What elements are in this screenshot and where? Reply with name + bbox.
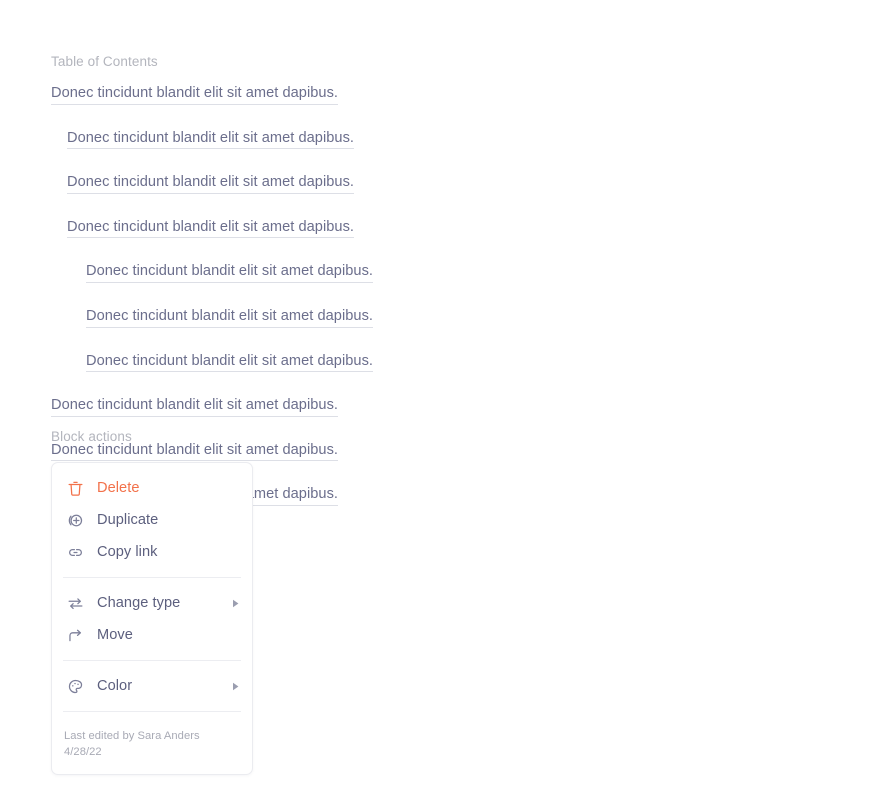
link-icon	[64, 541, 86, 563]
toc-link[interactable]: Donec tincidunt blandit elit sit amet da…	[51, 443, 339, 462]
arrow-turn-right-icon	[64, 624, 86, 646]
menu-item-delete[interactable]: Delete	[52, 472, 252, 504]
menu-divider	[63, 577, 241, 578]
menu-item-label: Delete	[97, 480, 140, 496]
menu-item-label: Move	[97, 627, 133, 643]
swap-arrows-icon	[64, 592, 86, 614]
block-actions-label: Block actions	[51, 429, 132, 444]
menu-item-label: Copy link	[97, 544, 158, 560]
toc-link[interactable]: Donec tincidunt blandit elit sit amet da…	[67, 175, 355, 194]
table-of-contents-label: Table of Contents	[51, 54, 158, 69]
toc-link[interactable]: Donec tincidunt blandit elit sit amet da…	[67, 220, 355, 239]
menu-divider	[63, 660, 241, 661]
menu-item-move[interactable]: Move	[52, 619, 252, 651]
menu-footer: Last edited by Sara Anders 4/28/22	[52, 721, 252, 774]
menu-divider	[63, 711, 241, 712]
last-edited-date-text: 4/28/22	[64, 745, 102, 758]
menu-item-duplicate[interactable]: Duplicate	[52, 504, 252, 536]
toc-link[interactable]: Donec tincidunt blandit elit sit amet da…	[67, 130, 355, 150]
menu-item-color[interactable]: Color	[52, 670, 252, 702]
toc-link[interactable]: Donec tincidunt blandit elit sit amet da…	[86, 353, 374, 373]
toc-link[interactable]: Donec tincidunt blandit elit sit amet da…	[51, 86, 339, 105]
trash-icon	[64, 477, 86, 499]
menu-item-copy-link[interactable]: Copy link	[52, 536, 252, 568]
menu-item-label: Color	[97, 678, 133, 694]
toc-link[interactable]: Donec tincidunt blandit elit sit amet da…	[86, 309, 374, 328]
menu-item-label: Change type	[97, 595, 181, 611]
duplicate-icon	[64, 509, 86, 531]
menu-item-label: Duplicate	[97, 512, 159, 528]
block-actions-menu: Delete Duplicate Copy link Change type Move C…	[51, 462, 253, 775]
menu-item-change-type[interactable]: Change type	[52, 587, 252, 619]
toc-link[interactable]: Donec tincidunt blandit elit sit amet da…	[86, 264, 374, 283]
chevron-right-icon	[231, 599, 240, 608]
palette-icon	[64, 675, 86, 697]
chevron-right-icon	[231, 682, 240, 691]
toc-link[interactable]: Donec tincidunt blandit elit sit amet da…	[51, 398, 339, 417]
last-edited-by-text: Last edited by Sara Anders	[64, 730, 200, 742]
